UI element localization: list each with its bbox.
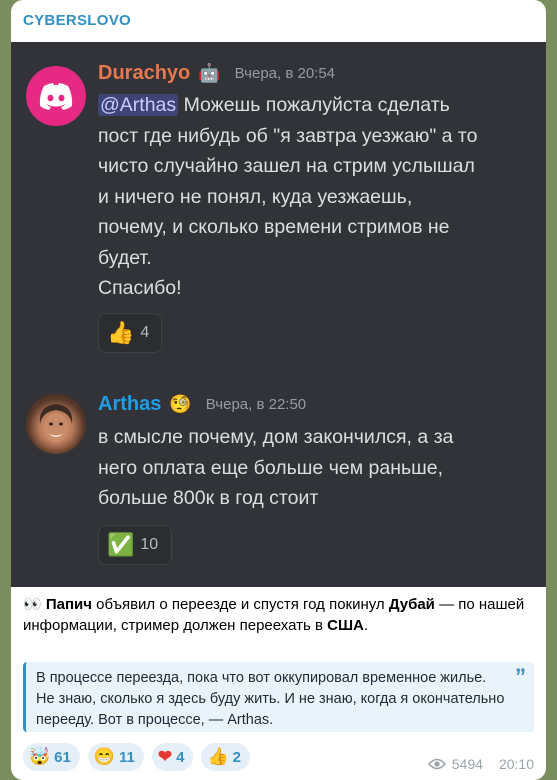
- message2-username[interactable]: Arthas: [98, 393, 161, 416]
- post-meta: 5494 20:10: [427, 756, 534, 772]
- face-with-monocle-icon: 🧐: [169, 394, 192, 414]
- arthas-face-icon: [39, 404, 73, 443]
- message1-time: Вчера, в 20:54: [234, 65, 336, 82]
- message2-text: в смысле почему, дом закончился, а за не…: [98, 426, 454, 509]
- message1-body: Можешь пожалуйста сделать пост где нибуд…: [98, 94, 478, 299]
- post-place2: США: [327, 617, 364, 634]
- discord-icon: [39, 83, 73, 110]
- grinning-face-icon: 😁: [93, 747, 116, 766]
- reaction-count: 4: [176, 748, 185, 766]
- message1-text: @Arthas Можешь пожалуйста сделать пост г…: [98, 90, 538, 304]
- quote-text: В процессе переезда, пока что вот оккупи…: [36, 670, 505, 728]
- reaction-count: 11: [119, 748, 135, 766]
- post-part3: .: [363, 617, 369, 634]
- reaction-chip[interactable]: 😁 11: [87, 743, 144, 771]
- post-part1: объявил о переезде и спустя год покинул: [91, 596, 389, 613]
- arthas-avatar: [26, 394, 86, 454]
- eyes-icon: 👀: [23, 596, 42, 613]
- message1-username[interactable]: Durachyo: [98, 62, 190, 85]
- heart-icon: ❤: [157, 747, 173, 766]
- reaction-count: 2: [232, 748, 241, 766]
- post-bubble: CYBERSLOVO Durachyo 🤖 Вчера, в 20:54 @Ar…: [11, 0, 546, 780]
- eye-icon: [427, 758, 446, 770]
- post-text: 👀 Папич объявил о переезде и спустя год …: [23, 594, 538, 636]
- quote-block: В процессе переезда, пока что вот оккупи…: [23, 662, 534, 732]
- message2-reaction-count: 10: [140, 536, 159, 553]
- quote-icon: ”: [515, 664, 526, 689]
- message1-reaction[interactable]: 👍 4: [98, 313, 162, 353]
- message2-time: Вчера, в 22:50: [205, 396, 307, 413]
- message1-reaction-count: 4: [140, 324, 150, 341]
- reaction-chip[interactable]: 👍 2: [201, 743, 250, 771]
- reaction-count: 61: [54, 748, 71, 766]
- views-count: 5494: [451, 756, 483, 772]
- channel-name[interactable]: CYBERSLOVO: [23, 12, 131, 29]
- reaction-chip[interactable]: 🤯 61: [23, 743, 80, 771]
- reaction-chip[interactable]: ❤ 4: [151, 743, 194, 771]
- thumbs-up-icon: 👍: [207, 747, 229, 766]
- discord-logo-avatar: [26, 66, 86, 126]
- post-place1: Дубай: [388, 596, 435, 613]
- check-mark-icon: ✅: [107, 532, 135, 557]
- reactions-bar: 🤯 61 😁 11 ❤ 4 👍 2: [23, 743, 250, 771]
- arthas-mention[interactable]: @Arthas: [98, 94, 179, 116]
- exploding-head-icon: 🤯: [29, 747, 51, 766]
- message1-header: Durachyo 🤖 Вчера, в 20:54: [98, 62, 335, 85]
- post-name: Папич: [45, 596, 92, 613]
- message2-reaction[interactable]: ✅ 10: [98, 525, 172, 565]
- message2-header: Arthas 🧐 Вчера, в 22:50: [98, 393, 306, 416]
- thumbs-up-icon: 👍: [107, 320, 135, 345]
- discord-screenshot[interactable]: Durachyo 🤖 Вчера, в 20:54 @Arthas Можешь…: [11, 42, 546, 587]
- robot-face-icon: 🤖: [198, 63, 221, 83]
- post-time: 20:10: [498, 756, 534, 772]
